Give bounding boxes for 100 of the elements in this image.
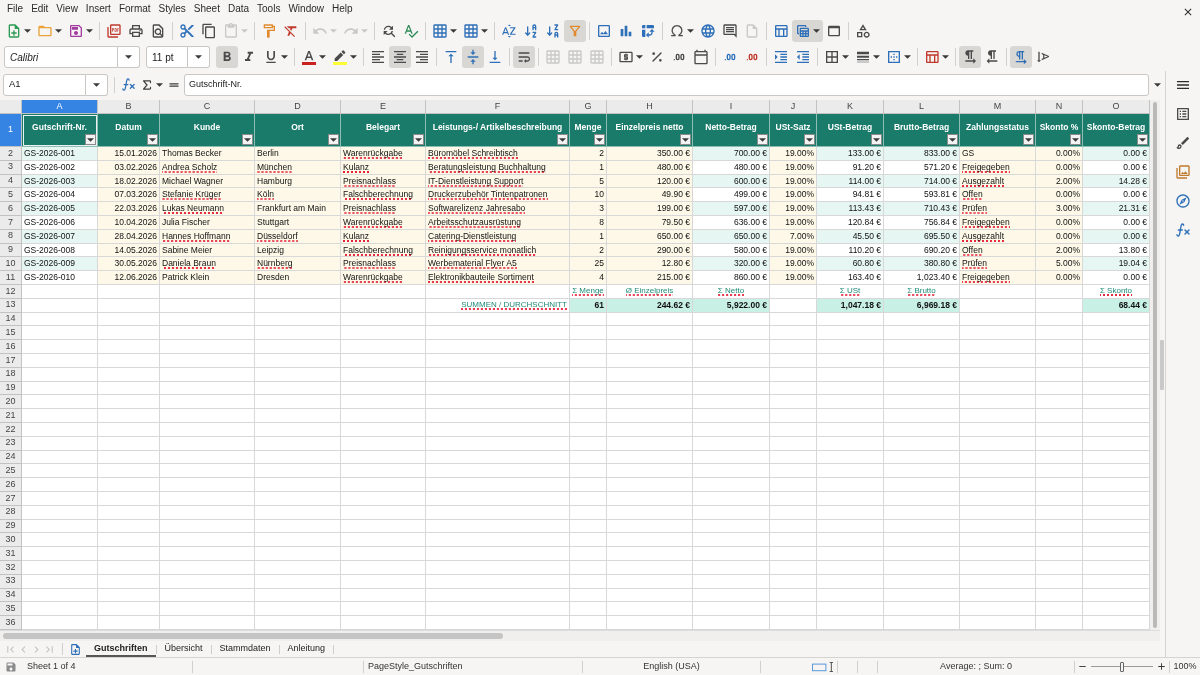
sum-button[interactable] (140, 77, 163, 92)
gallery-icon[interactable] (1175, 164, 1191, 180)
menu-item[interactable]: Data (223, 2, 254, 16)
function-wizard-icon[interactable] (121, 77, 136, 92)
menu-item[interactable]: View (52, 2, 82, 16)
filter-button[interactable] (328, 134, 339, 145)
save-icon[interactable] (5, 660, 17, 673)
column-letter[interactable]: I (693, 100, 770, 114)
row-number[interactable]: 20 (0, 395, 22, 410)
filter-button[interactable] (242, 134, 253, 145)
menu-item[interactable]: Edit (27, 2, 53, 16)
name-box[interactable]: A1 (3, 73, 86, 96)
column-letter[interactable]: B (98, 100, 160, 114)
column-letter[interactable]: J (770, 100, 817, 114)
slider-thumb[interactable] (1120, 661, 1124, 672)
filter-button[interactable] (947, 134, 958, 145)
menu-item[interactable]: File (3, 2, 28, 16)
filter-button[interactable] (1023, 134, 1034, 145)
dropdown-button[interactable] (188, 46, 210, 68)
indent-icon (773, 49, 789, 65)
left-to-right-button[interactable] (959, 46, 981, 68)
menu-item[interactable]: Sheet (189, 2, 224, 16)
sheet-tab[interactable]: Gutschriften (86, 641, 156, 657)
row-number[interactable]: 15 (0, 326, 22, 341)
filter-button[interactable] (594, 134, 605, 145)
font-name-field[interactable]: Calibri (4, 46, 118, 68)
font-size-field[interactable]: 11 pt (146, 46, 188, 68)
row-number[interactable]: 25 (0, 464, 22, 479)
filter-button[interactable] (680, 134, 691, 145)
list-icon[interactable] (1175, 106, 1191, 122)
row-number[interactable]: 35 (0, 602, 22, 617)
row-number[interactable]: 1 (0, 114, 22, 147)
row-number[interactable]: 36 (0, 616, 22, 630)
header-label: Ort (291, 121, 304, 132)
row-number[interactable]: 6 (0, 202, 22, 216)
sidebar-collapse-handle[interactable] (1160, 340, 1164, 390)
column-letter[interactable]: A (22, 100, 98, 114)
row-number[interactable]: 10 (0, 257, 22, 272)
filter-button[interactable] (871, 134, 882, 145)
menu-item[interactable]: Format (114, 2, 155, 16)
align-center-button[interactable] (389, 46, 411, 68)
menu-item[interactable]: Styles (154, 2, 190, 16)
caret-icon (86, 28, 93, 33)
filter-button[interactable] (557, 134, 568, 145)
filter-button[interactable] (147, 134, 158, 145)
menu-item[interactable]: Tools (253, 2, 285, 16)
column-letter[interactable]: G (570, 100, 607, 114)
align-middle-button[interactable] (462, 46, 484, 68)
pilcrow-icon (962, 49, 978, 65)
filter-button[interactable] (804, 134, 815, 145)
table-cell: 22.03.2026 (98, 202, 160, 216)
dropdown-button[interactable] (86, 73, 108, 96)
sheet-tab[interactable]: Anleitung (279, 641, 334, 657)
scroll-thumb[interactable] (3, 633, 503, 639)
column-letter[interactable]: F (426, 100, 570, 114)
add-sheet-icon[interactable] (69, 642, 82, 656)
sheet-tab[interactable]: Übersicht (156, 641, 211, 657)
menu-item[interactable]: Insert (81, 2, 115, 16)
filter-button[interactable] (757, 134, 768, 145)
column-letter[interactable]: O (1083, 100, 1150, 114)
column-letter[interactable]: C (160, 100, 255, 114)
row-number[interactable]: 26 (0, 478, 22, 492)
dropdown-button[interactable] (118, 46, 140, 68)
column-letter[interactable]: M (960, 100, 1036, 114)
function-icon[interactable] (1175, 222, 1191, 238)
zoom-in-icon[interactable] (1156, 661, 1167, 672)
language: English (USA) (643, 659, 700, 673)
selection-mode-icon[interactable] (812, 661, 834, 672)
column-letter[interactable]: D (255, 100, 341, 114)
menu-item[interactable]: Window (284, 2, 328, 16)
row-number[interactable]: 2 (0, 147, 22, 161)
table-cell: 10 (570, 188, 607, 203)
wrap-text-button[interactable] (513, 46, 535, 68)
table-cell: 215.00 € (607, 271, 693, 285)
formula-input[interactable]: Gutschrift-Nr. (184, 73, 1149, 96)
pilcrow-icon (984, 49, 1000, 65)
sheet-tab[interactable]: Stammdaten (211, 641, 279, 657)
filter-button[interactable] (1070, 134, 1081, 145)
menu-item[interactable]: Help (328, 2, 357, 16)
row-number[interactable]: 30 (0, 533, 22, 548)
row-number[interactable]: 21 (0, 409, 22, 423)
row-number[interactable]: 31 (0, 547, 22, 561)
column-letter[interactable]: N (1036, 100, 1083, 114)
row-number[interactable]: 11 (0, 271, 22, 285)
column-letter[interactable]: L (884, 100, 960, 114)
filter-button[interactable] (413, 134, 424, 145)
filter-button[interactable] (85, 134, 96, 145)
filter-button[interactable] (1137, 134, 1148, 145)
zoom-slider[interactable] (1091, 661, 1153, 672)
bold-button[interactable] (216, 46, 238, 68)
row-number[interactable]: 5 (0, 188, 22, 203)
compass-icon[interactable] (1175, 193, 1191, 209)
row-number[interactable]: 16 (0, 340, 22, 354)
text-horizontal-button[interactable] (1010, 46, 1032, 68)
column-letter[interactable]: H (607, 100, 693, 114)
freeze-button[interactable] (792, 19, 823, 42)
brush-icon[interactable] (1175, 135, 1191, 151)
column-letter[interactable]: K (817, 100, 884, 114)
horizontal-scrollbar[interactable] (0, 630, 1160, 641)
column-letter[interactable]: E (341, 100, 426, 114)
